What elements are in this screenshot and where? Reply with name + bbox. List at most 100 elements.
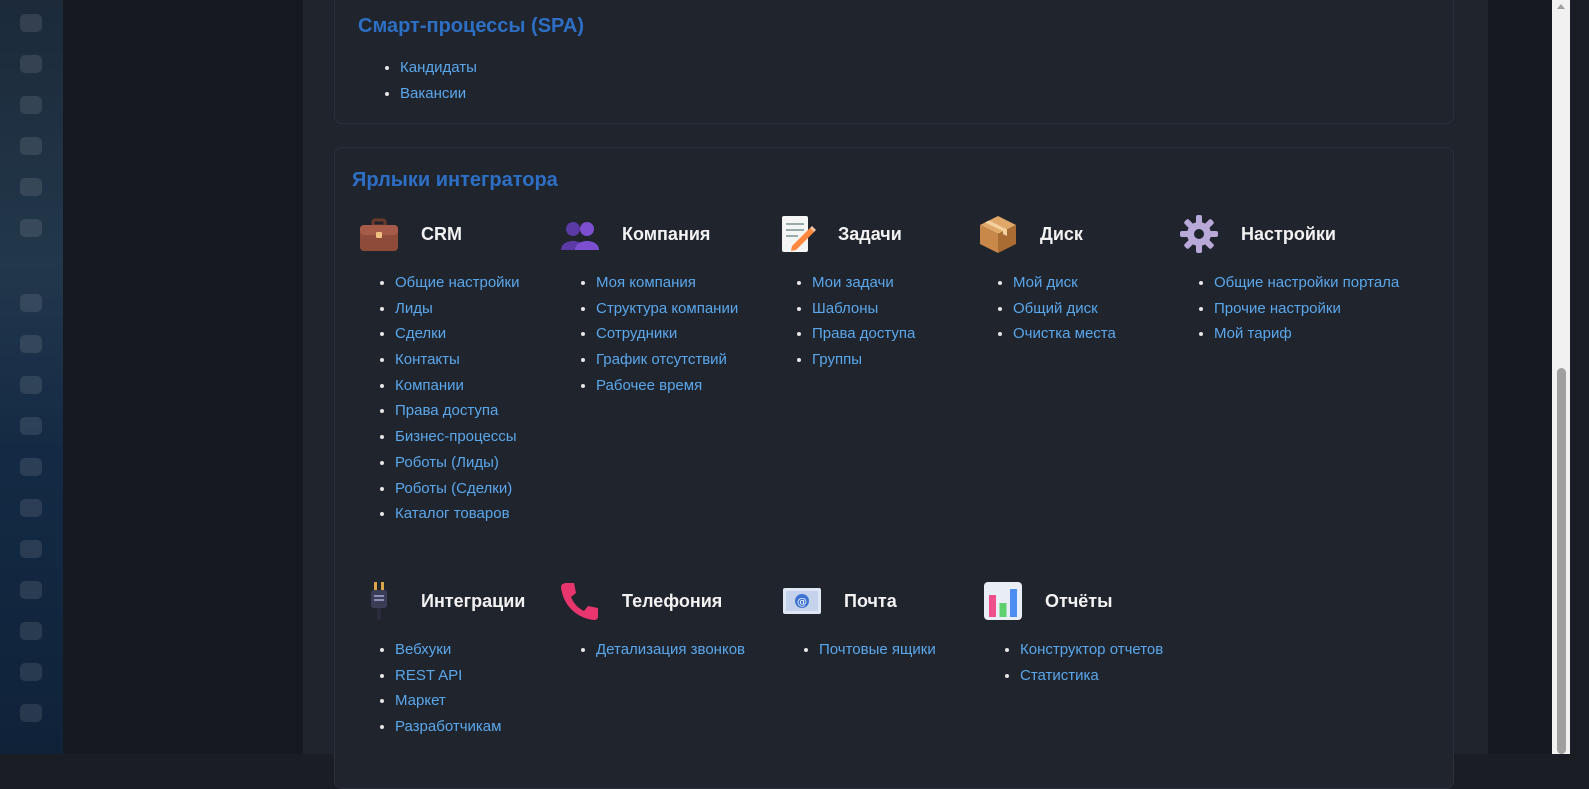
list-item: Прочие настройки <box>1214 296 1399 322</box>
list-item: Мой тариф <box>1214 321 1399 347</box>
people-icon <box>560 214 600 254</box>
list-item: Шаблоны <box>812 296 915 322</box>
disk-link[interactable]: Очистка места <box>1013 325 1116 342</box>
menu-item-icon[interactable] <box>20 376 42 394</box>
svg-text:@: @ <box>797 597 807 608</box>
company-link[interactable]: График отсутствий <box>596 351 727 368</box>
crm-link[interactable]: Каталог товаров <box>395 505 510 522</box>
tasks-link[interactable]: Мои задачи <box>812 274 894 291</box>
sidebar-panel <box>63 0 303 754</box>
plug-icon <box>359 581 399 621</box>
group-header-integrations: Интеграции <box>359 581 525 621</box>
list-item: Права доступа <box>812 321 915 347</box>
gear-icon <box>1179 214 1219 254</box>
menu-item-icon[interactable] <box>20 417 42 435</box>
tasks-link[interactable]: Группы <box>812 351 862 368</box>
telephony-link[interactable]: Детализация звонков <box>596 641 745 658</box>
company-link[interactable]: Моя компания <box>596 274 696 291</box>
crm-link[interactable]: Контакты <box>395 351 460 368</box>
list-item: Структура компании <box>596 296 738 322</box>
group-header-disk: Диск <box>978 214 1083 254</box>
integrations-link[interactable]: Маркет <box>395 692 446 709</box>
list-item: Общие настройки <box>395 270 520 296</box>
telephony-link-list: Детализация звонков <box>574 637 745 663</box>
menu-item-icon[interactable] <box>20 96 42 114</box>
menu-item-icon[interactable] <box>20 219 42 237</box>
menu-item-icon[interactable] <box>20 663 42 681</box>
disk-link[interactable]: Общий диск <box>1013 300 1098 317</box>
right-margin <box>1488 0 1552 754</box>
list-item: Очистка места <box>1013 321 1116 347</box>
menu-item-icon[interactable] <box>20 178 42 196</box>
menu-item-icon[interactable] <box>20 458 42 476</box>
group-header-mail: @ Почта <box>782 581 897 621</box>
menu-item-icon[interactable] <box>20 14 42 32</box>
mail-link[interactable]: Почтовые ящики <box>819 641 936 658</box>
list-item: Маркет <box>395 688 501 714</box>
list-item: Кандидаты <box>400 55 477 81</box>
group-title-settings: Настройки <box>1241 223 1336 244</box>
tasks-link[interactable]: Шаблоны <box>812 300 878 317</box>
crm-link[interactable]: Общие настройки <box>395 274 520 291</box>
email-icon: @ <box>782 581 822 621</box>
disk-link[interactable]: Мой диск <box>1013 274 1078 291</box>
menu-item-icon[interactable] <box>20 499 42 517</box>
crm-link[interactable]: Роботы (Сделки) <box>395 480 512 497</box>
list-item: Сделки <box>395 321 520 347</box>
group-title-reports: Отчёты <box>1045 590 1113 611</box>
settings-link-list: Общие настройки портала Прочие настройки… <box>1192 270 1399 347</box>
list-item: Вебхуки <box>395 637 501 663</box>
spa-link-vacancies[interactable]: Вакансии <box>400 85 466 102</box>
group-header-tasks: Задачи <box>776 214 902 254</box>
menu-item-icon[interactable] <box>20 294 42 312</box>
list-item: Бизнес-процессы <box>395 424 520 450</box>
integrations-link[interactable]: Разработчикам <box>395 718 501 735</box>
settings-link[interactable]: Прочие настройки <box>1214 300 1341 317</box>
menu-item-icon[interactable] <box>20 581 42 599</box>
scroll-up-icon[interactable] <box>1557 4 1565 9</box>
list-item: Группы <box>812 347 915 373</box>
company-link[interactable]: Структура компании <box>596 300 738 317</box>
crm-link[interactable]: Права доступа <box>395 402 498 419</box>
list-item: Мои задачи <box>812 270 915 296</box>
tasks-link[interactable]: Права доступа <box>812 325 915 342</box>
group-title-crm: CRM <box>421 223 462 244</box>
company-link-list: Моя компания Структура компании Сотрудни… <box>574 270 738 398</box>
reports-link[interactable]: Статистика <box>1020 667 1099 684</box>
group-title-mail: Почта <box>844 590 897 611</box>
group-title-company: Компания <box>622 223 711 244</box>
crm-link[interactable]: Сделки <box>395 325 446 342</box>
list-item: Почтовые ящики <box>819 637 936 663</box>
reports-link[interactable]: Конструктор отчетов <box>1020 641 1163 658</box>
list-item: Вакансии <box>400 81 477 107</box>
list-item: Рабочее время <box>596 373 738 399</box>
group-header-settings: Настройки <box>1179 214 1336 254</box>
crm-link[interactable]: Лиды <box>395 300 433 317</box>
list-item: Общий диск <box>1013 296 1116 322</box>
scrollbar-thumb[interactable] <box>1557 368 1566 754</box>
list-item: Контакты <box>395 347 520 373</box>
menu-item-icon[interactable] <box>20 335 42 353</box>
company-link[interactable]: Рабочее время <box>596 377 702 394</box>
menu-item-icon[interactable] <box>20 55 42 73</box>
package-icon <box>978 214 1018 254</box>
menu-item-icon[interactable] <box>20 622 42 640</box>
integrations-link[interactable]: Вебхуки <box>395 641 451 658</box>
menu-item-icon[interactable] <box>20 137 42 155</box>
menu-item-icon[interactable] <box>20 540 42 558</box>
bar-chart-icon <box>983 581 1023 621</box>
settings-link[interactable]: Мой тариф <box>1214 325 1292 342</box>
list-item: Каталог товаров <box>395 501 520 527</box>
group-header-telephony: Телефония <box>560 581 722 621</box>
crm-link[interactable]: Бизнес-процессы <box>395 428 517 445</box>
company-link[interactable]: Сотрудники <box>596 325 677 342</box>
spa-list: Кандидаты Вакансии <box>378 55 477 106</box>
settings-link[interactable]: Общие настройки портала <box>1214 274 1399 291</box>
disk-link-list: Мой диск Общий диск Очистка места <box>991 270 1116 347</box>
crm-link[interactable]: Компании <box>395 377 464 394</box>
integrations-link[interactable]: REST API <box>395 667 462 684</box>
menu-item-icon[interactable] <box>20 704 42 722</box>
crm-link[interactable]: Роботы (Лиды) <box>395 454 499 471</box>
spa-link-candidates[interactable]: Кандидаты <box>400 59 477 76</box>
spa-title: Смарт-процессы (SPA) <box>358 15 585 37</box>
